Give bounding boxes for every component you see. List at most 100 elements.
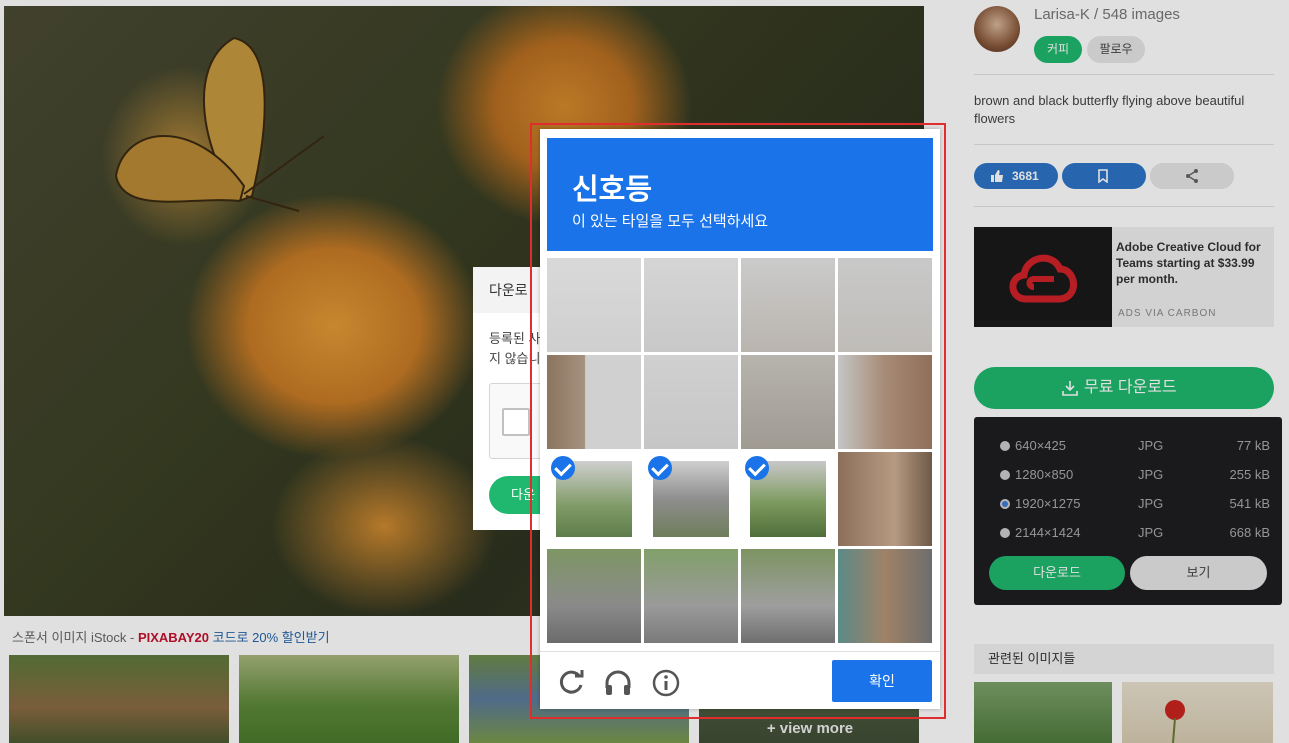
captcha-tile[interactable] xyxy=(547,355,641,449)
author-avatar[interactable] xyxy=(974,6,1020,52)
captcha-tile-grid xyxy=(547,258,933,644)
ad-text[interactable]: Adobe Creative Cloud for Teams starting … xyxy=(1116,239,1266,287)
size-option[interactable]: 1920×1275 JPG 541 kB xyxy=(1000,495,1270,515)
option-resolution: 1280×850 xyxy=(1015,467,1074,482)
bookmark-icon xyxy=(1098,169,1108,183)
image-description: brown and black butterfly flying above b… xyxy=(974,93,1245,126)
tile-image xyxy=(547,355,641,449)
related-images-title: 관련된 이미지들 xyxy=(974,644,1274,674)
checkmark-icon xyxy=(745,456,769,480)
size-option[interactable]: 1280×850 JPG 255 kB xyxy=(1000,466,1270,486)
coffee-button[interactable]: 커피 xyxy=(1034,36,1082,63)
tile-image xyxy=(547,258,641,352)
checkmark-icon xyxy=(648,456,672,480)
related-thumbnail[interactable] xyxy=(1122,682,1273,743)
option-size: 541 kB xyxy=(1229,496,1270,511)
radio-icon[interactable] xyxy=(1000,470,1010,480)
ad-via[interactable]: ADS VIA CARBON xyxy=(1118,308,1216,319)
captcha-tile[interactable] xyxy=(644,549,738,643)
divider xyxy=(974,206,1274,207)
captcha-tile[interactable] xyxy=(838,355,932,449)
captcha-tile[interactable] xyxy=(644,452,738,546)
size-option[interactable]: 640×425 JPG 77 kB xyxy=(1000,437,1270,457)
captcha-tile[interactable] xyxy=(547,258,641,352)
related-thumbnail[interactable] xyxy=(974,682,1112,743)
ad-logo xyxy=(974,227,1112,327)
captcha-tile[interactable] xyxy=(741,355,835,449)
captcha-title: 신호등 xyxy=(572,174,653,206)
sponsor-prefix: 스폰서 이미지 iStock - xyxy=(12,630,138,645)
captcha-tile[interactable] xyxy=(547,452,641,546)
info-icon[interactable] xyxy=(651,668,681,698)
thumbs-up-icon xyxy=(991,170,1003,182)
sponsor-link[interactable]: 코드로 20% 할인받기 xyxy=(209,630,330,645)
option-resolution: 1920×1275 xyxy=(1015,496,1081,511)
share-icon xyxy=(1186,169,1198,183)
carbon-ad[interactable]: Adobe Creative Cloud for Teams starting … xyxy=(974,227,1274,327)
recaptcha-challenge: 신호등 이 있는 타일을 모두 선택하세요 확인 xyxy=(540,129,940,709)
promo-code: PIXABAY20 xyxy=(137,630,209,645)
divider xyxy=(974,144,1274,145)
tile-image xyxy=(741,549,835,643)
option-format: JPG xyxy=(1138,525,1164,540)
recaptcha-checkbox[interactable] xyxy=(502,408,530,436)
creative-cloud-icon xyxy=(1009,254,1077,303)
like-count: 3681 xyxy=(1012,169,1039,183)
author-name[interactable]: Larisa-K / 548 images xyxy=(1034,6,1180,23)
size-option[interactable]: 2144×1424 JPG 668 kB xyxy=(1000,524,1270,544)
divider xyxy=(540,651,940,652)
option-size: 668 kB xyxy=(1229,525,1270,540)
option-format: JPG xyxy=(1138,496,1164,511)
bookmark-button[interactable] xyxy=(1062,163,1146,189)
option-size: 77 kB xyxy=(1236,438,1270,453)
option-resolution: 640×425 xyxy=(1015,438,1066,453)
view-more-link[interactable]: + view more xyxy=(700,720,920,743)
red-flower-icon xyxy=(1165,700,1185,743)
option-size: 255 kB xyxy=(1229,467,1270,482)
headphones-icon[interactable] xyxy=(603,668,633,698)
tile-image xyxy=(547,549,641,643)
captcha-instruction: 이 있는 타일을 모두 선택하세요 xyxy=(572,213,769,230)
sponsor-thumbnail[interactable] xyxy=(9,655,229,743)
download-icon xyxy=(1062,381,1078,396)
tile-image xyxy=(644,355,738,449)
captcha-tile[interactable] xyxy=(741,258,835,352)
option-format: JPG xyxy=(1138,467,1164,482)
follow-button[interactable]: 팔로우 xyxy=(1087,36,1145,63)
free-download-label: 무료 다운로드 xyxy=(1084,379,1177,396)
tile-image xyxy=(838,549,932,643)
tile-image xyxy=(741,258,835,352)
tile-image xyxy=(741,355,835,449)
share-button[interactable] xyxy=(1150,163,1234,189)
view-button[interactable]: 보기 xyxy=(1130,556,1267,590)
captcha-tile[interactable] xyxy=(741,549,835,643)
divider xyxy=(974,74,1274,75)
captcha-tile[interactable] xyxy=(741,452,835,546)
radio-icon[interactable] xyxy=(1000,441,1010,451)
tile-image xyxy=(838,258,932,352)
captcha-tile[interactable] xyxy=(644,258,738,352)
captcha-tile[interactable] xyxy=(838,452,932,546)
reload-icon[interactable] xyxy=(556,668,586,698)
captcha-tile[interactable] xyxy=(644,355,738,449)
option-format: JPG xyxy=(1138,438,1164,453)
option-resolution: 2144×1424 xyxy=(1015,525,1081,540)
captcha-tile[interactable] xyxy=(838,549,932,643)
radio-selected-icon[interactable] xyxy=(1000,499,1010,509)
tile-image xyxy=(644,549,738,643)
sponsor-thumbnail[interactable] xyxy=(239,655,459,743)
tile-image xyxy=(838,355,932,449)
tile-image xyxy=(644,258,738,352)
captcha-tile[interactable] xyxy=(838,258,932,352)
checkmark-icon xyxy=(551,456,575,480)
download-button[interactable]: 다운로드 xyxy=(989,556,1125,590)
captcha-header: 신호등 이 있는 타일을 모두 선택하세요 xyxy=(547,138,933,251)
tile-image xyxy=(838,452,932,546)
verify-button[interactable]: 확인 xyxy=(832,660,932,702)
download-options-panel: 640×425 JPG 77 kB 1280×850 JPG 255 kB 1920×1… xyxy=(974,417,1282,605)
sponsor-line[interactable]: 스폰서 이미지 iStock - PIXABAY20 코드로 20% 할인받기 xyxy=(12,627,330,646)
like-button[interactable]: 3681 xyxy=(974,163,1058,189)
captcha-tile[interactable] xyxy=(547,549,641,643)
free-download-button[interactable]: 무료 다운로드 xyxy=(974,367,1274,409)
radio-icon[interactable] xyxy=(1000,528,1010,538)
